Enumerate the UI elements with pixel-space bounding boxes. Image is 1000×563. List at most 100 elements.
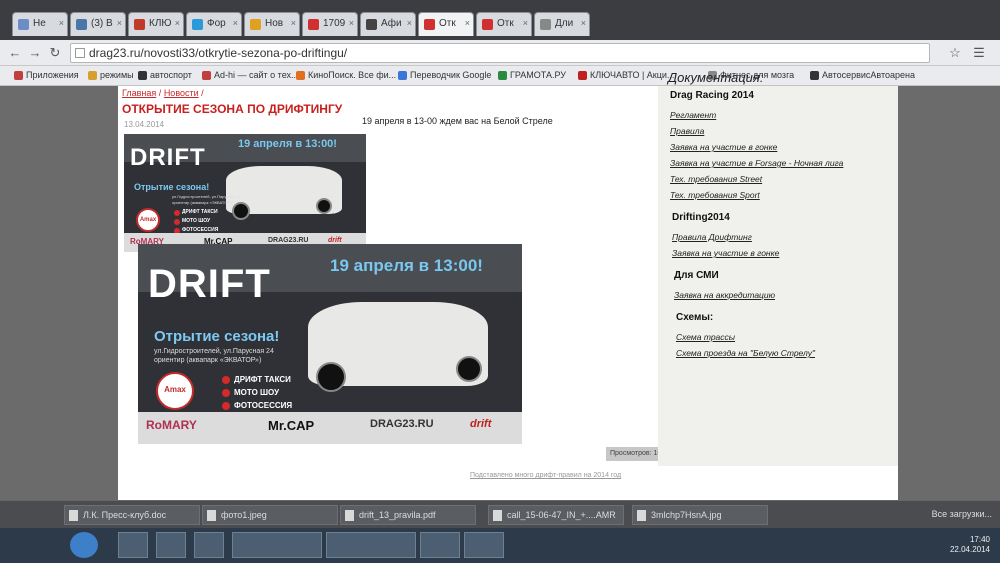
skype-icon[interactable] [420, 532, 460, 558]
file-icon [637, 510, 646, 521]
tab-label: (3) В [91, 18, 113, 29]
bookmark-icon [810, 71, 819, 80]
chrome-icon[interactable] [232, 532, 322, 558]
bookmark-item[interactable]: Ad-hi — сайт о тех... [202, 70, 299, 80]
close-icon[interactable]: × [59, 18, 64, 28]
menu-icon[interactable]: ☰ [970, 44, 988, 62]
poster-image-large[interactable]: DRIFT 19 апреля в 13:00! Отрытие сезона!… [138, 244, 522, 444]
toolbar: ← → ↻ drag23.ru/novosti33/otkrytie-sezon… [0, 40, 1000, 66]
sponsor-strip: RoMARY Mr.CAP DRAG23.RU drift [138, 412, 522, 444]
poster-bullet: ДРИФТ ТАКСИ [182, 209, 218, 215]
close-icon[interactable]: × [349, 18, 354, 28]
bookmark-item[interactable]: режимы [88, 70, 134, 80]
key-icon [134, 19, 145, 30]
sidebar-link[interactable]: Правила [670, 126, 704, 136]
network-icon[interactable] [800, 537, 810, 547]
tab[interactable]: Отк × [418, 12, 474, 36]
sidebar-link[interactable]: Правила Дрифтинг [672, 232, 752, 242]
close-icon[interactable]: × [581, 18, 586, 28]
sidebar-section-heading: Для СМИ [674, 270, 719, 281]
tab[interactable]: Дли × [534, 12, 590, 36]
bullet-dot [222, 389, 230, 397]
bookmark-icon [202, 71, 211, 80]
tab[interactable]: Не × [12, 12, 68, 36]
system-clock[interactable]: 17:40 22.04.2014 [950, 535, 990, 555]
tab[interactable]: (3) В × [70, 12, 126, 36]
poster-image-small[interactable]: DRIFT 19 апреля в 13:00! Отрытие сезона!… [124, 134, 366, 252]
volume-icon[interactable] [818, 537, 828, 547]
battery-icon[interactable] [872, 537, 882, 547]
bookmark-item[interactable]: АвтосервисАвтоарена [810, 70, 915, 80]
sidebar-link[interactable]: Заявка на аккредитацию [674, 290, 775, 300]
start-button[interactable] [70, 532, 98, 558]
bookmark-item[interactable]: Переводчик Google [398, 70, 491, 80]
bookmark-item[interactable]: ГРАМОТА.РУ [498, 70, 566, 80]
tab-strip: Не × (3) В × КЛЮ × Фор × Нов × 1709 × Афи × Отк × Отк × Дл… [0, 0, 1000, 40]
sidebar-link[interactable]: Тех. требования Street [670, 174, 762, 184]
breadcrumb-news[interactable]: Новости [164, 88, 199, 98]
close-icon[interactable]: × [407, 18, 412, 28]
forward-icon[interactable]: → [26, 44, 44, 62]
reload-icon[interactable]: ↻ [46, 44, 64, 62]
sidebar-link[interactable]: Схема проезда на "Белую Стрелу" [676, 348, 815, 358]
article-date: 13.04.2014 [124, 120, 165, 129]
bookmark-label: КиноПоиск. Все фи... [308, 70, 397, 80]
poster-date: 19 апреля в 13:00! [238, 138, 337, 150]
download-item[interactable]: Л.К. Пресс-клуб.doc [64, 505, 200, 525]
ie-icon[interactable] [118, 532, 148, 558]
poster-address-line1: ул.Гидростроителей, ул.Парусная 24 [172, 194, 241, 199]
adobe-icon[interactable] [890, 537, 900, 547]
tab[interactable]: Афи × [360, 12, 416, 36]
poster-bullet: МОТО ШОУ [234, 388, 280, 397]
bookmark-item[interactable]: автоспорт [138, 70, 192, 80]
wheel-icon [232, 202, 250, 220]
download-filename: фото1.jpeg [221, 510, 267, 520]
antivirus-icon[interactable] [836, 537, 846, 547]
close-icon[interactable]: × [465, 18, 470, 28]
word-icon[interactable] [464, 532, 504, 558]
sidebar-link[interactable]: Регламент [670, 110, 716, 120]
sidebar-link[interactable]: Заявка на участие в гонке [670, 142, 777, 152]
bottom-link[interactable]: Подставлено много дрифт-правил на 2014 г… [470, 472, 621, 479]
tab-label: Фор [207, 18, 226, 29]
sidebar-section-heading: Схемы: [676, 312, 714, 323]
sidebar-title: Документация: [668, 70, 764, 85]
download-item[interactable]: drift_13_pravila.pdf [340, 505, 476, 525]
amax-logo: Amax [156, 372, 194, 410]
afisha-icon [366, 19, 377, 30]
bookmark-item[interactable]: Приложения [14, 70, 79, 80]
close-icon[interactable]: × [117, 18, 122, 28]
back-icon[interactable]: ← [6, 44, 24, 62]
download-item[interactable]: фото1.jpeg [202, 505, 338, 525]
sponsor-logo: DRAG23.RU [268, 236, 309, 244]
sidebar-link[interactable]: Заявка на участие в Forsage - Ночная лиг… [670, 158, 843, 168]
bookmark-icon [88, 71, 97, 80]
close-icon[interactable]: × [175, 18, 180, 28]
bookmark-item[interactable]: КиноПоиск. Все фи... [296, 70, 396, 80]
flag-icon[interactable] [854, 537, 864, 547]
sidebar-link[interactable]: Схема трассы [676, 332, 735, 342]
folder-icon[interactable] [326, 532, 416, 558]
vk-icon [76, 19, 87, 30]
tab[interactable]: 1709 × [302, 12, 358, 36]
sidebar-link[interactable]: Заявка на участие в гонке [672, 248, 779, 258]
sidebar-link[interactable]: Тех. требования Sport [670, 190, 760, 200]
all-downloads-link[interactable]: Все загрузки... [932, 509, 992, 519]
tab[interactable]: КЛЮ × [128, 12, 184, 36]
download-item[interactable]: call_15-06-47_IN_+....AMR [488, 505, 624, 525]
close-icon[interactable]: × [233, 18, 238, 28]
calendar-icon[interactable] [194, 532, 224, 558]
close-icon[interactable]: × [523, 18, 528, 28]
tab[interactable]: Нов × [244, 12, 300, 36]
download-item[interactable]: 3mlchp7HsnA.jpg [632, 505, 768, 525]
tab[interactable]: Отк × [476, 12, 532, 36]
bookmark-label: КЛЮЧАВТО | Акци... [590, 70, 675, 80]
star-icon[interactable]: ☆ [946, 44, 964, 62]
media-player-icon[interactable] [156, 532, 186, 558]
tab[interactable]: Фор × [186, 12, 242, 36]
address-bar[interactable]: drag23.ru/novosti33/otkrytie-sezona-po-d… [70, 43, 930, 63]
close-icon[interactable]: × [291, 18, 296, 28]
sponsor-logo: RoMARY [146, 417, 197, 432]
breadcrumb-home[interactable]: Главная [122, 88, 156, 98]
bookmark-item[interactable]: КЛЮЧАВТО | Акци... [578, 70, 674, 80]
